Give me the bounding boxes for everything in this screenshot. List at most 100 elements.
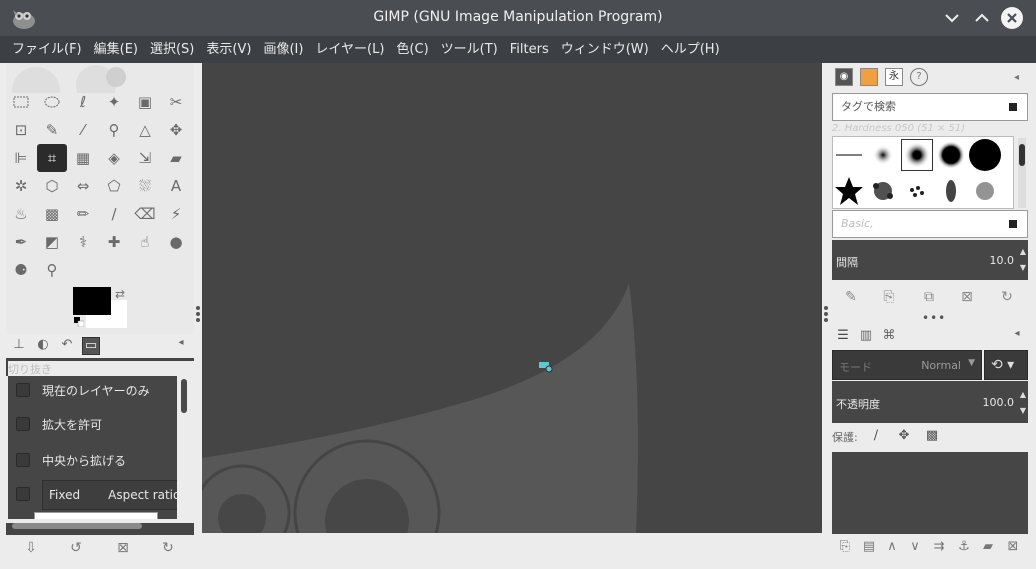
checkbox[interactable] — [16, 383, 30, 397]
brush-star-icon[interactable] — [833, 175, 865, 207]
fixed-mode-combo[interactable]: Fixed Aspect ratio — [42, 480, 177, 510]
patterns-tab-icon[interactable] — [860, 68, 878, 86]
chevron-up-icon[interactable] — [971, 7, 993, 29]
blur-icon[interactable]: ● — [161, 228, 191, 256]
lock-pixels-icon[interactable]: ∕ — [868, 428, 884, 444]
clone-icon[interactable]: ◩ — [37, 228, 67, 256]
scale-icon[interactable]: ⇲ — [130, 144, 160, 172]
brush-pixel-icon[interactable] — [833, 139, 865, 171]
mypaint-brush-icon[interactable]: ⚲ — [37, 256, 67, 284]
new-layer-icon[interactable]: ⎘ — [836, 539, 854, 557]
foreground-select-icon[interactable]: ⊡ — [6, 116, 36, 144]
text-icon[interactable]: A — [161, 172, 191, 200]
crop-icon[interactable]: ⌗ — [37, 144, 67, 172]
cage-icon[interactable]: ⬠ — [99, 172, 129, 200]
brush-hardness-050-icon[interactable] — [901, 139, 933, 171]
flip-icon[interactable]: ⇔ — [68, 172, 98, 200]
horizontal-scrollbar[interactable] — [12, 523, 142, 529]
spacing-spinner[interactable]: 間隔 10.0 ▲ ▼ — [832, 240, 1028, 280]
dodge-burn-icon[interactable]: ⚈ — [6, 256, 36, 284]
delete-brush-icon[interactable]: ⊠ — [958, 289, 976, 307]
images-tab-icon[interactable]: ▭ — [82, 337, 100, 355]
new-brush-icon[interactable]: ⎘ — [880, 289, 898, 307]
perspective-clone-icon[interactable]: ✚ — [99, 228, 129, 256]
menu-tools[interactable]: ツール(T) — [435, 36, 504, 63]
menu-edit[interactable]: 編集(E) — [88, 36, 144, 63]
color-picker-icon[interactable]: ⁄ — [68, 116, 98, 144]
restore-preset-icon[interactable]: ↺ — [67, 539, 85, 557]
ellipse-select-icon[interactable] — [37, 88, 67, 116]
menu-layer[interactable]: レイヤー(L) — [309, 36, 390, 63]
blend-icon[interactable]: ▩ — [37, 200, 67, 228]
dropdown-icon[interactable] — [1009, 103, 1017, 111]
brush-scrollbar[interactable] — [1018, 138, 1026, 208]
menu-image[interactable]: 画像(I) — [257, 36, 309, 63]
dropdown-icon[interactable] — [1009, 220, 1017, 228]
opacity-spinner[interactable]: 不透明度 100.0 ▲ ▼ — [832, 381, 1028, 423]
delete-layer-icon[interactable]: ⊠ — [1004, 539, 1022, 557]
brush-texture-3-icon[interactable] — [935, 175, 967, 207]
menu-colors[interactable]: 色(C) — [390, 36, 434, 63]
shear-icon[interactable]: ▰ — [161, 144, 191, 172]
new-layer-group-icon[interactable]: ▤ — [860, 539, 878, 557]
layers-tab-icon[interactable]: ☰ — [834, 328, 852, 346]
raise-layer-icon[interactable]: ∧ — [883, 539, 901, 557]
panel-menu-icon[interactable]: ◂ — [1014, 72, 1019, 83]
resize-handle[interactable] — [824, 306, 828, 310]
smudge-icon[interactable]: ☝ — [130, 228, 160, 256]
brush-soft-small-icon[interactable] — [867, 139, 899, 171]
checkbox[interactable] — [16, 487, 30, 501]
brush-texture-4-icon[interactable] — [969, 175, 1001, 207]
paths-tab-icon[interactable]: ⌘ — [880, 328, 898, 346]
menu-select[interactable]: 選択(S) — [144, 36, 200, 63]
layer-mode-combo[interactable]: モード Normal ▼ — [832, 350, 982, 380]
panel-menu-icon[interactable]: ◂ — [172, 337, 190, 355]
airbrush-icon[interactable]: ⚡ — [161, 200, 191, 228]
ink-icon[interactable]: ✒ — [6, 228, 36, 256]
fill-icon[interactable]: ♨ — [6, 200, 36, 228]
rotate-icon[interactable]: ◈ — [99, 144, 129, 172]
duplicate-layer-icon[interactable]: ⇉ — [930, 539, 948, 557]
fuzzy-select-icon[interactable]: ✦ — [99, 88, 129, 116]
rect-select-icon[interactable] — [6, 88, 36, 116]
default-colors-icon[interactable] — [74, 317, 84, 327]
layer-list[interactable] — [832, 452, 1028, 534]
swap-colors-icon[interactable]: ⇄ — [115, 287, 125, 301]
bucket-fill-icon[interactable]: ⛆ — [130, 172, 160, 200]
refresh-brushes-icon[interactable]: ↻ — [998, 289, 1016, 307]
brushes-tab-icon[interactable]: ◉ — [835, 68, 853, 86]
menu-view[interactable]: 表示(V) — [200, 36, 257, 63]
scissors-icon[interactable]: ✂ — [161, 88, 191, 116]
resize-handle[interactable] — [196, 318, 200, 322]
undo-history-tab-icon[interactable]: ↶ — [58, 337, 76, 355]
resize-handle[interactable] — [196, 312, 200, 316]
option-current-layer-only[interactable]: 現在のレイヤーのみ — [8, 376, 177, 404]
channels-tab-icon[interactable]: ▥ — [857, 328, 875, 346]
duplicate-brush-icon[interactable]: ⧉ — [920, 289, 938, 307]
pencil-icon[interactable]: ✏ — [68, 200, 98, 228]
spin-arrows-icon[interactable]: ▲ ▼ — [1020, 244, 1026, 276]
menu-file[interactable]: ファイル(F) — [6, 36, 88, 63]
vertical-scrollbar[interactable] — [181, 379, 187, 413]
option-expand-from-center[interactable]: 中央から拡げる — [8, 446, 177, 474]
menu-filters[interactable]: Filters — [504, 36, 555, 63]
heal-icon[interactable]: ⚕ — [68, 228, 98, 256]
resize-handle[interactable] — [824, 318, 828, 322]
resize-handle[interactable] — [824, 312, 828, 316]
merge-layer-icon[interactable]: ▰ — [979, 539, 997, 557]
menu-help[interactable]: ヘルプ(H) — [655, 36, 726, 63]
checkbox[interactable] — [16, 417, 30, 431]
option-allow-growing[interactable]: 拡大を許可 — [8, 410, 177, 438]
lasso-icon[interactable]: ℓ — [68, 88, 98, 116]
brush-hardness-100-icon[interactable] — [969, 139, 1001, 171]
foreground-color-swatch-top[interactable] — [73, 287, 111, 315]
paths-icon[interactable]: ✎ — [37, 116, 67, 144]
lock-position-icon[interactable]: ✥ — [896, 428, 912, 444]
lock-alpha-icon[interactable]: ▩ — [924, 428, 940, 444]
tool-options-tab-icon[interactable]: ⊥ — [10, 337, 28, 355]
chevron-down-icon[interactable] — [941, 7, 963, 29]
fonts-tab-icon[interactable]: 永 — [885, 68, 903, 86]
help-tab-icon[interactable]: ? — [910, 68, 928, 86]
option-entry[interactable] — [34, 512, 158, 519]
unified-transform-icon[interactable]: ▦ — [68, 144, 98, 172]
